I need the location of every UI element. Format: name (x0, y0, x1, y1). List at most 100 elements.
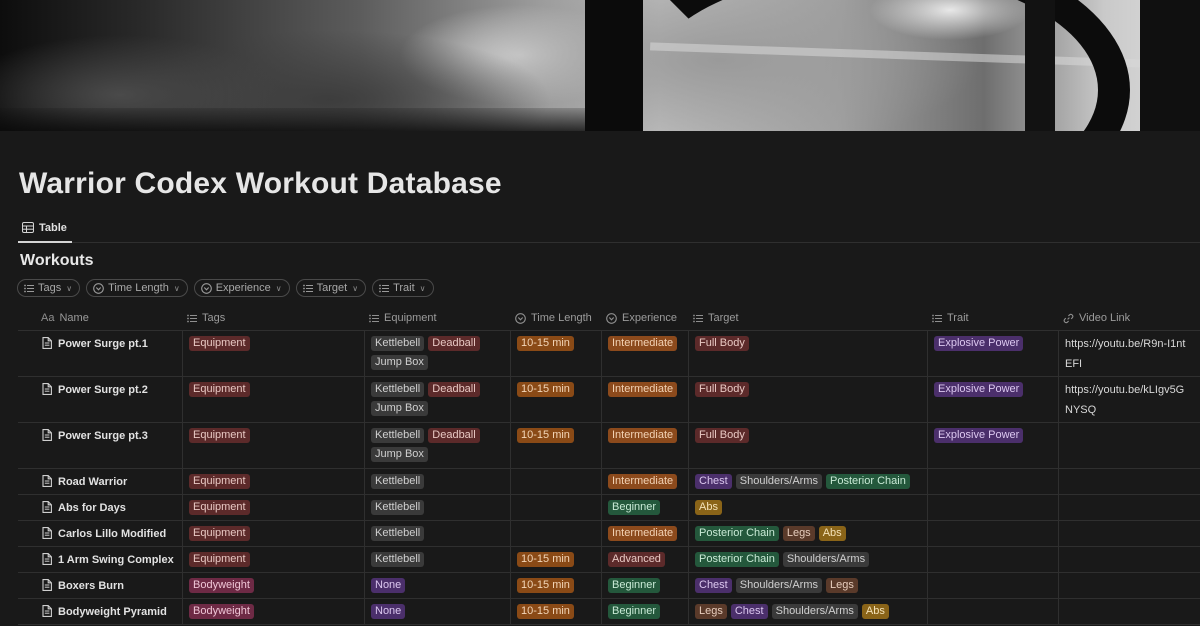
table-row[interactable]: Carlos Lillo Modified Equipment Kettlebell… (18, 521, 1200, 547)
cell-time[interactable]: 10-15 min (510, 423, 601, 468)
cell-video[interactable] (1058, 573, 1200, 598)
cell-trait[interactable] (927, 469, 1058, 494)
cell-name[interactable]: 1 Arm Swing Complex (18, 547, 182, 572)
column-header-experience[interactable]: Experience (601, 306, 688, 330)
row-name[interactable]: Power Surge pt.1 (58, 337, 148, 351)
cell-equipment[interactable]: Kettlebell (364, 495, 510, 520)
cell-target[interactable]: Chest Shoulders/Arms Posterior Chain (688, 469, 927, 494)
cell-name[interactable]: Boxers Burn (18, 573, 182, 598)
filter-trait[interactable]: Trait ∨ (372, 279, 434, 297)
row-name[interactable]: Road Warrior (58, 475, 127, 489)
tab-table[interactable]: Table (18, 214, 72, 243)
cell-target[interactable]: Legs Chest Shoulders/Arms Abs (688, 599, 927, 624)
cell-experience[interactable]: Intermediate (601, 521, 688, 546)
cell-tags[interactable]: Equipment (182, 495, 364, 520)
cell-video[interactable] (1058, 547, 1200, 572)
cell-name[interactable]: Carlos Lillo Modified (18, 521, 182, 546)
cell-time[interactable]: 10-15 min (510, 599, 601, 624)
cell-experience[interactable]: Beginner (601, 599, 688, 624)
cell-video[interactable] (1058, 469, 1200, 494)
table-row[interactable]: Bodyweight Pyramid Bodyweight None 10-15 mi… (18, 599, 1200, 625)
cell-equipment[interactable]: None (364, 573, 510, 598)
row-name[interactable]: Carlos Lillo Modified (58, 527, 166, 541)
cell-experience[interactable]: Intermediate (601, 331, 688, 376)
cell-equipment[interactable]: None (364, 599, 510, 624)
cell-experience[interactable]: Intermediate (601, 469, 688, 494)
cell-name[interactable]: Bodyweight Pyramid (18, 599, 182, 624)
cell-equipment[interactable]: Kettlebell (364, 547, 510, 572)
cell-time[interactable] (510, 521, 601, 546)
cell-experience[interactable]: Intermediate (601, 423, 688, 468)
row-name[interactable]: Boxers Burn (58, 579, 124, 593)
cell-tags[interactable]: Equipment (182, 377, 364, 422)
cell-tags[interactable]: Bodyweight (182, 599, 364, 624)
column-header-equipment[interactable]: Equipment (364, 306, 510, 330)
cell-name[interactable]: Power Surge pt.3 (18, 423, 182, 468)
cell-tags[interactable]: Equipment (182, 331, 364, 376)
cell-equipment[interactable]: Kettlebell (364, 469, 510, 494)
cell-tags[interactable]: Equipment (182, 547, 364, 572)
cell-tags[interactable]: Equipment (182, 521, 364, 546)
cell-name[interactable]: Abs for Days (18, 495, 182, 520)
row-name[interactable]: Power Surge pt.3 (58, 429, 148, 443)
table-row[interactable]: Road Warrior Equipment Kettlebell Intermedi… (18, 469, 1200, 495)
cell-target[interactable]: Full Body (688, 377, 927, 422)
cell-target[interactable]: Full Body (688, 331, 927, 376)
column-header-time[interactable]: Time Length (510, 306, 601, 330)
cell-video[interactable]: https://youtu.be/R9n-I1ntEFI (1058, 331, 1200, 376)
cell-equipment[interactable]: Kettlebell Deadball Jump Box (364, 331, 510, 376)
cell-video[interactable] (1058, 495, 1200, 520)
cell-time[interactable]: 10-15 min (510, 547, 601, 572)
column-header-name[interactable]: Aa Name (36, 306, 200, 330)
cell-target[interactable]: Posterior Chain Legs Abs (688, 521, 927, 546)
cell-tags[interactable]: Equipment (182, 469, 364, 494)
column-header-target[interactable]: Target (688, 306, 927, 330)
cell-target[interactable]: Abs (688, 495, 927, 520)
cell-experience[interactable]: Intermediate (601, 377, 688, 422)
table-row[interactable]: Boxers Burn Bodyweight None 10-15 min Beginn… (18, 573, 1200, 599)
cell-time[interactable]: 10-15 min (510, 377, 601, 422)
cell-trait[interactable]: Explosive Power (927, 423, 1058, 468)
row-name[interactable]: Bodyweight Pyramid (58, 605, 167, 619)
cell-time[interactable]: 10-15 min (510, 331, 601, 376)
cell-video[interactable] (1058, 599, 1200, 624)
table-row[interactable]: Power Surge pt.3 Equipment Kettlebell Deadb… (18, 423, 1200, 469)
cell-video[interactable] (1058, 521, 1200, 546)
row-name[interactable]: Abs for Days (58, 501, 126, 515)
column-header-trait[interactable]: Trait (927, 306, 1058, 330)
cell-target[interactable]: Chest Shoulders/Arms Legs (688, 573, 927, 598)
cell-name[interactable]: Power Surge pt.1 (18, 331, 182, 376)
table-row[interactable]: Power Surge pt.1 Equipment Kettlebell Deadb… (18, 331, 1200, 377)
cell-time[interactable]: 10-15 min (510, 573, 601, 598)
filter-tags[interactable]: Tags ∨ (17, 279, 81, 297)
cell-trait[interactable] (927, 521, 1058, 546)
table-row[interactable]: Abs for Days Equipment Kettlebell Beginner A… (18, 495, 1200, 521)
cell-tags[interactable]: Equipment (182, 423, 364, 468)
cell-experience[interactable]: Beginner (601, 573, 688, 598)
cell-tags[interactable]: Bodyweight (182, 573, 364, 598)
cell-name[interactable]: Road Warrior (18, 469, 182, 494)
cell-equipment[interactable]: Kettlebell (364, 521, 510, 546)
filter-time-length[interactable]: Time Length ∨ (86, 279, 188, 297)
cell-trait[interactable] (927, 547, 1058, 572)
row-name[interactable]: 1 Arm Swing Complex (58, 553, 174, 567)
video-link[interactable]: https://youtu.be/kLIgv5GNYSQ (1065, 380, 1196, 420)
column-header-video[interactable]: Video Link (1058, 306, 1200, 330)
cell-experience[interactable]: Beginner (601, 495, 688, 520)
cell-equipment[interactable]: Kettlebell Deadball Jump Box (364, 423, 510, 468)
cell-target[interactable]: Full Body (688, 423, 927, 468)
table-row[interactable]: Power Surge pt.2 Equipment Kettlebell Deadb… (18, 377, 1200, 423)
cell-target[interactable]: Posterior Chain Shoulders/Arms (688, 547, 927, 572)
filter-experience[interactable]: Experience ∨ (193, 279, 290, 297)
database-title[interactable]: Workouts (20, 252, 93, 270)
cell-trait[interactable] (927, 599, 1058, 624)
cell-experience[interactable]: Advanced (601, 547, 688, 572)
cell-trait[interactable] (927, 573, 1058, 598)
cell-equipment[interactable]: Kettlebell Deadball Jump Box (364, 377, 510, 422)
video-link[interactable]: https://youtu.be/R9n-I1ntEFI (1065, 334, 1196, 374)
column-header-tags[interactable]: Tags (182, 306, 364, 330)
cell-trait[interactable] (927, 495, 1058, 520)
cell-video[interactable] (1058, 423, 1200, 468)
cell-trait[interactable]: Explosive Power (927, 377, 1058, 422)
cell-time[interactable] (510, 469, 601, 494)
